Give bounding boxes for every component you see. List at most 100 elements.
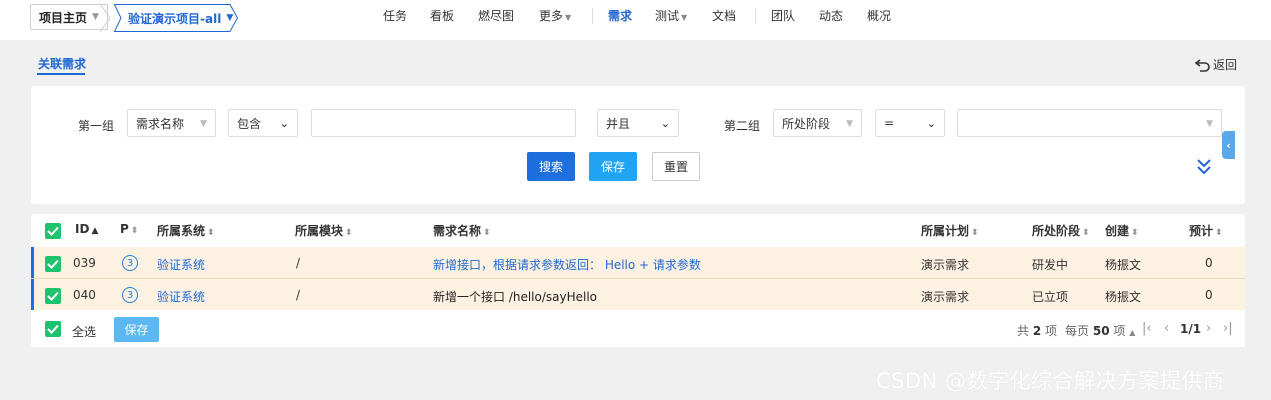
row-module: / [296,256,301,270]
nav-overview[interactable]: 概况 [867,7,891,24]
col-header-system[interactable]: 所属系统 ⬍ [157,222,215,239]
row-checkbox[interactable] [45,256,61,272]
col-plan-label: 所属计划 [921,224,970,238]
row-name-link[interactable]: 新增接口，根据请求参数返回： Hello + 请求参数 [433,256,701,273]
watermark-text: CSDN @数字化综合解决方案提供商 [876,369,1225,393]
col-p-label: P [120,222,129,236]
nav-more[interactable]: 更多 ▼ [539,7,571,24]
sort-icon: ⬍ [345,228,353,238]
nav-activity[interactable]: 动态 [819,7,843,24]
pager-page: 1/1 [1180,322,1202,336]
check-icon [47,259,59,269]
row-selected-marker [31,279,34,310]
col-header-estimate[interactable]: 预计 ⬍ [1189,222,1223,239]
col-creator-label: 创建 [1105,224,1130,238]
search-panel [31,86,1245,204]
row-creator: 杨振文 [1105,258,1142,272]
select-all-header-checkbox[interactable] [45,223,61,239]
row-name-link[interactable]: 新增一个接口 /hello/sayHello [433,288,597,305]
nav-team[interactable]: 团队 [771,7,795,24]
chevron-left-icon: ‹ [1226,138,1231,152]
search-button[interactable]: 搜索 [527,152,575,181]
save-link-button[interactable]: 保存 [114,317,159,342]
nav-requirements[interactable]: 需求 [608,7,632,24]
breadcrumb-project-home[interactable]: 项目主页 ▼ [30,4,108,30]
nav-task[interactable]: 任务 [383,7,407,24]
chevron-down-icon: ▼ [226,13,234,23]
col-header-creator[interactable]: 创建 ⬍ [1105,222,1139,239]
row-id: 040 [73,288,96,302]
sort-asc-icon: ▲ [91,226,99,236]
col-header-name[interactable]: 需求名称 ⬍ [433,222,491,239]
row-module: / [296,288,301,302]
logic-value: 并且 [606,116,631,131]
select-all-checkbox[interactable] [45,321,61,337]
pager-per-page-count: 50 [1092,324,1110,338]
prev-page-icon[interactable]: ‹ [1164,321,1169,336]
save-query-button[interactable]: 保存 [589,152,637,181]
group1-value-input[interactable] [311,109,576,137]
col-id-label: ID [75,222,90,236]
pager-current-page: 1/1 [1180,322,1201,336]
sort-icon: ⬍ [130,226,139,236]
col-header-plan[interactable]: 所属计划 ⬍ [921,222,979,239]
top-bar: 项目主页 ▼ 验证演示项目-all ▼ 任务 看板 燃尽图 更多 ▼ 需求 测试 ▼… [0,0,1271,40]
chevron-down-icon: ▼ [681,13,688,22]
group1-operator-select[interactable]: 包含 ⌄ [228,109,298,137]
col-system-label: 所属系统 [157,224,206,238]
sort-icon: ⬍ [483,228,491,238]
pager-per-page[interactable]: 每页 50 项 ▲ [1065,322,1135,339]
col-estimate-label: 预计 [1189,224,1214,238]
check-icon [47,291,59,301]
reset-button[interactable]: 重置 [652,152,700,181]
col-header-stage[interactable]: 所处阶段 ⬍ [1032,222,1090,239]
col-name-label: 需求名称 [433,224,482,238]
row-system-link[interactable]: 验证系统 [157,256,205,273]
group1-label: 第一组 [78,119,115,133]
next-page-icon[interactable]: › [1206,321,1211,336]
nav-kanban[interactable]: 看板 [430,7,454,24]
col-header-module[interactable]: 所属模块 ⬍ [295,222,353,239]
sort-icon: ⬍ [1215,228,1223,238]
check-icon [47,226,59,236]
first-page-icon[interactable]: |‹ [1142,321,1152,336]
chevron-down-icon: ▼ [200,119,207,129]
nav-test-label: 测试 [655,9,680,23]
row-creator: 杨振文 [1105,290,1142,304]
breadcrumb-project-current[interactable]: 验证演示项目-all ▼ [114,4,238,32]
sort-icon: ⬍ [1082,228,1090,238]
nav-docs[interactable]: 文档 [712,7,736,24]
back-button[interactable]: 返回 [1195,56,1237,73]
row-estimate: 0 [1205,256,1213,270]
group2-operator-select[interactable]: = ⌄ [875,109,945,137]
group1-field-select[interactable]: 需求名称 ▼ [127,109,216,137]
pager-total: 共 2 项 [1017,322,1057,339]
side-collapse-tab[interactable]: ‹ [1222,131,1235,159]
group2-field-select[interactable]: 所处阶段 ▼ [773,109,862,137]
group2-value-select[interactable]: ▼ [957,109,1222,137]
expand-more-icon[interactable] [1196,158,1212,176]
group1-operator-value: 包含 [237,116,262,131]
nav-burndown[interactable]: 燃尽图 [478,7,514,24]
chevron-down-icon: ▼ [565,13,572,22]
tab-related-requirements[interactable]: 关联需求 [38,55,86,72]
pager-per-page-prefix: 每页 [1065,324,1090,338]
priority-badge: 3 [122,255,138,271]
nav-divider [755,8,756,24]
row-checkbox[interactable] [45,288,61,304]
last-page-icon[interactable]: ›| [1223,321,1233,336]
col-header-priority[interactable]: P ⬍ [120,222,138,236]
pager-total-suffix: 项 [1045,324,1058,338]
row-plan: 演示需求 [921,258,970,272]
col-header-id[interactable]: ID ▲ [75,222,98,236]
priority-badge: 3 [122,287,138,303]
group2-field-value: 所处阶段 [782,116,831,131]
group1-field-value: 需求名称 [136,116,185,131]
pager-total-count: 2 [1032,324,1042,338]
row-estimate: 0 [1205,288,1213,302]
row-system-link[interactable]: 验证系统 [157,288,205,305]
nav-test[interactable]: 测试 ▼ [655,7,687,24]
logic-select[interactable]: 并且 ⌄ [597,109,679,137]
col-module-label: 所属模块 [295,224,344,238]
chevron-down-icon: ▼ [846,119,853,129]
